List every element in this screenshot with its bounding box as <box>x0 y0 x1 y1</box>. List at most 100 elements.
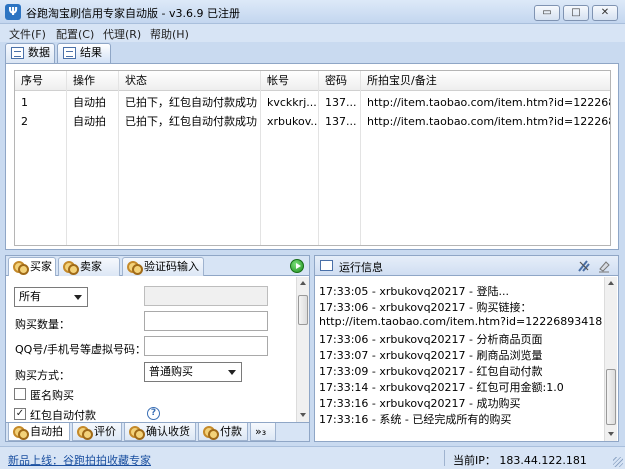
column-header-action[interactable]: 操作 <box>67 71 117 90</box>
eraser-icon[interactable] <box>597 259 611 273</box>
more-tabs-button[interactable]: »₃ <box>250 423 276 441</box>
form-scrollbar[interactable] <box>296 277 309 422</box>
log-line: 17:33:14 - xrbukovq20217 - 红包可用金额:1.0 <box>319 381 564 394</box>
log-scrollbar[interactable] <box>604 277 617 441</box>
mode-tab-strip: 自动拍 评价 确认收货 付款 »₃ <box>6 422 309 441</box>
results-panel: 序号 操作 状态 帐号 密码 所拍宝贝/备注 1 自动拍 已拍下，红包自动付款成… <box>5 63 619 250</box>
qq-phone-label: QQ号/手机号等虚拟号码： <box>15 343 147 356</box>
cell-index: 1 <box>21 96 28 109</box>
tab-confirm-receipt[interactable]: 确认收货 <box>124 423 196 441</box>
tab-payment-label: 付款 <box>220 425 242 438</box>
tab-captcha-input[interactable]: 验证码输入 <box>122 257 204 276</box>
cell-action: 自动拍 <box>73 96 106 109</box>
scope-select[interactable]: 所有 <box>14 287 88 307</box>
cell-index: 2 <box>21 115 28 128</box>
status-divider <box>444 450 445 466</box>
tab-seller[interactable]: 卖家 <box>58 257 120 276</box>
menu-config[interactable]: 配置(C) <box>56 26 94 42</box>
log-line: 17:33:09 - xrbukovq20217 - 红包自动付款 <box>319 365 543 378</box>
window-title: 谷跑淘宝刷信用专家自动版 - v3.6.9 已注册 <box>26 7 240 20</box>
new-product-link[interactable]: 新品上线：谷跑拍拍收藏专家 <box>8 452 151 468</box>
cell-item: http://item.taobao.com/item.htm?id=12226… <box>367 115 611 128</box>
table-row[interactable]: 2 自动拍 已拍下，红包自动付款成功 xrbukov... 137... htt… <box>15 112 610 131</box>
anonymous-checkbox[interactable] <box>14 388 26 400</box>
redpacket-checkbox[interactable]: ✓ <box>14 408 26 420</box>
gears-icon <box>77 426 93 440</box>
column-header-item[interactable]: 所拍宝贝/备注 <box>361 71 610 90</box>
buyer-form: 所有 购买数量： QQ号/手机号等虚拟号码： 购买方式： 普通购买 匿名购买 ✓… <box>6 277 296 422</box>
tab-results-label: 结果 <box>80 46 102 59</box>
tab-captcha-label: 验证码输入 <box>144 260 199 273</box>
clear-tool-icon[interactable] <box>577 259 591 273</box>
tab-auto-buy[interactable]: 自动拍 <box>8 423 70 441</box>
maximize-button[interactable]: □ <box>563 5 589 21</box>
scope-select-value: 所有 <box>19 290 41 303</box>
cell-password: 137... <box>325 115 357 128</box>
results-table: 序号 操作 状态 帐号 密码 所拍宝贝/备注 1 自动拍 已拍下，红包自动付款成… <box>14 70 611 246</box>
menu-bar: 文件(F) 配置(C) 代理(R) 帮助(H) <box>0 24 625 42</box>
run-info-title: 运行信息 <box>339 261 383 274</box>
qq-phone-input[interactable] <box>144 336 268 356</box>
column-header-status[interactable]: 状态 <box>119 71 259 90</box>
log-line: 17:33:05 - xrbukovq20217 - 登陆... <box>319 285 509 298</box>
table-icon <box>11 47 24 59</box>
table-row[interactable]: 1 自动拍 已拍下，红包自动付款成功 kvckkrj... 137... htt… <box>15 93 610 112</box>
tab-buyer[interactable]: 买家 <box>8 257 56 276</box>
cell-password: 137... <box>325 96 357 109</box>
gears-icon <box>13 426 29 440</box>
anonymous-label: 匿名购买 <box>30 389 74 402</box>
minimize-button[interactable]: ▭ <box>534 5 560 21</box>
resize-grip[interactable] <box>613 457 623 467</box>
scrollbar-thumb[interactable] <box>606 369 616 425</box>
quantity-label: 购买数量： <box>15 318 70 331</box>
menu-file[interactable]: 文件(F) <box>9 26 46 42</box>
tab-data[interactable]: 数据 <box>5 43 55 63</box>
scroll-down-icon[interactable] <box>300 413 306 417</box>
run-info-panel: 运行信息 17:33:05 - xrbukovq20217 - 登陆... 17… <box>314 255 619 442</box>
cell-item: http://item.taobao.com/item.htm?id=12226… <box>367 96 611 109</box>
tab-results[interactable]: 结果 <box>57 43 111 64</box>
buyer-settings-panel: 买家 卖家 验证码输入 所有 购买数量： QQ号/手机号等虚拟号码： 购买方式：… <box>5 255 310 442</box>
chevron-down-icon <box>74 295 82 300</box>
menu-help[interactable]: 帮助(H) <box>150 26 189 42</box>
status-bar: 新品上线：谷跑拍拍收藏专家 当前IP： 183.44.122.181 <box>0 446 625 469</box>
tab-confirm-label: 确认收货 <box>146 425 190 438</box>
tab-payment[interactable]: 付款 <box>198 423 248 441</box>
scope-value-input <box>144 286 268 306</box>
tab-review-label: 评价 <box>94 425 116 438</box>
scroll-up-icon[interactable] <box>608 281 614 285</box>
log-line: 17:33:16 - xrbukovq20217 - 成功购买 <box>319 397 521 410</box>
table-header: 序号 操作 状态 帐号 密码 所拍宝贝/备注 <box>15 71 610 91</box>
scroll-down-icon[interactable] <box>608 432 614 436</box>
settings-tab-strip: 买家 卖家 验证码输入 <box>6 256 309 276</box>
cell-account: xrbukov... <box>267 115 317 128</box>
run-info-header: 运行信息 <box>315 256 618 276</box>
log-line: http://item.taobao.com/item.htm?id=12226… <box>319 315 603 328</box>
buy-mode-select[interactable]: 普通购买 <box>144 362 242 382</box>
tab-review[interactable]: 评价 <box>72 423 122 441</box>
log-line: 17:33:07 - xrbukovq20217 - 刷商品浏览量 <box>319 349 543 362</box>
app-logo-icon: Ψ <box>5 4 21 20</box>
column-header-password[interactable]: 密码 <box>319 71 359 90</box>
chevron-down-icon <box>228 370 236 375</box>
help-icon[interactable]: ? <box>147 407 160 420</box>
column-header-account[interactable]: 帐号 <box>261 71 317 90</box>
gears-icon <box>63 261 79 275</box>
column-header-index[interactable]: 序号 <box>15 71 65 90</box>
tab-auto-buy-label: 自动拍 <box>30 425 63 438</box>
scroll-up-icon[interactable] <box>300 281 306 285</box>
log-line: 17:33:16 - 系统 - 已经完成所有的购买 <box>319 413 512 426</box>
scrollbar-thumb[interactable] <box>298 295 308 325</box>
gears-icon <box>203 426 219 440</box>
quantity-input[interactable] <box>144 311 268 331</box>
buy-mode-label: 购买方式： <box>15 369 70 382</box>
start-play-icon[interactable] <box>290 259 304 273</box>
buy-mode-select-value: 普通购买 <box>149 365 193 378</box>
menu-proxy[interactable]: 代理(R) <box>103 26 141 42</box>
close-button[interactable]: ✕ <box>592 5 618 21</box>
cell-action: 自动拍 <box>73 115 106 128</box>
cell-status: 已拍下，红包自动付款成功 <box>125 96 257 109</box>
log-output: 17:33:05 - xrbukovq20217 - 登陆... 17:33:0… <box>319 279 603 439</box>
redpacket-label: 红包自动付款 <box>30 409 96 422</box>
gears-icon <box>129 426 145 440</box>
